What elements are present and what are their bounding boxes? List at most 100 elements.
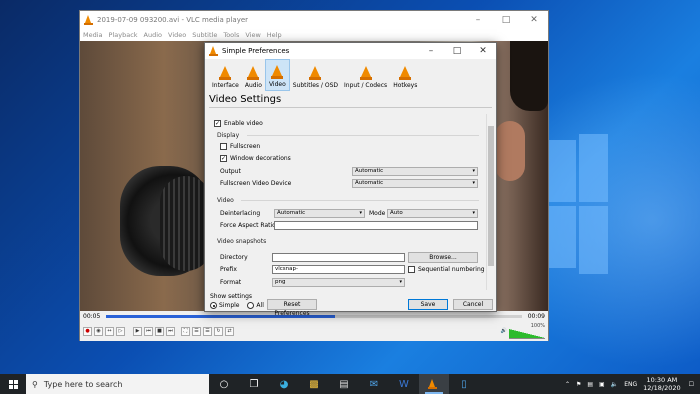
frame-step-icon[interactable]: ▷	[116, 326, 125, 336]
reset-preferences-button[interactable]: Reset Preferences	[267, 299, 317, 317]
volume-icon[interactable]: 🔈	[611, 381, 618, 388]
show-settings-label: Show settings	[210, 293, 253, 300]
notifications-icon[interactable]: ☐	[689, 381, 694, 388]
mode-select[interactable]: Auto	[387, 209, 478, 218]
close-icon[interactable]: ✕	[520, 15, 548, 25]
window-decorations-label: Window decorations	[230, 155, 291, 162]
clock-date: 12/18/2020	[643, 384, 681, 392]
snapshots-group-title: Video snapshots	[217, 238, 267, 245]
edge-icon[interactable]: ◕	[269, 374, 299, 394]
settings-panel: ✓ Enable video Display Fullscreen ✓ Wind…	[211, 114, 494, 290]
tab-label: Hotkeys	[393, 82, 418, 89]
deinterlacing-label: Deinterlacing	[220, 210, 261, 217]
cancel-button[interactable]: Cancel	[453, 299, 493, 310]
fullscreen-checkbox[interactable]	[220, 143, 227, 150]
menu-playback[interactable]: Playback	[109, 31, 138, 39]
scrollbar[interactable]	[486, 114, 494, 290]
enable-video-label: Enable video	[224, 120, 263, 127]
maximize-icon[interactable]: □	[444, 46, 470, 56]
person-hair	[510, 41, 548, 111]
tab-input-codecs[interactable]: Input / Codecs	[341, 59, 390, 91]
folder-icon[interactable]: ▤	[587, 381, 593, 388]
menu-video[interactable]: Video	[168, 31, 186, 39]
menu-view[interactable]: View	[245, 31, 260, 39]
directory-label: Directory	[220, 254, 248, 261]
vlc-window-title: 2019-07-09 093200.avi - VLC media player	[97, 16, 249, 24]
playlist-icon[interactable]: ☰	[203, 326, 212, 336]
tab-label: Audio	[244, 82, 262, 89]
time-elapsed: 00:05	[83, 313, 101, 320]
menu-subtitle[interactable]: Subtitle	[192, 31, 217, 39]
tab-video[interactable]: Video	[264, 59, 290, 91]
task-view-icon[interactable]: ❐	[239, 374, 269, 394]
search-box[interactable]: ⚲ Type here to search	[26, 374, 209, 394]
previous-icon[interactable]: ⏮	[144, 326, 153, 336]
tab-label: Interface	[212, 82, 239, 89]
all-radio[interactable]	[247, 302, 255, 309]
scrollbar-thumb[interactable]	[488, 126, 494, 266]
network-icon[interactable]: ▣	[599, 381, 605, 388]
clock[interactable]: 10:30 AM 12/18/2020	[643, 376, 680, 392]
language-indicator[interactable]: ENG	[624, 381, 637, 388]
simple-radio[interactable]	[210, 302, 217, 309]
show-settings-group: Show settings Simple All	[210, 293, 264, 309]
shuffle-icon[interactable]: ⇄	[225, 326, 234, 336]
stop-icon[interactable]: ■	[155, 326, 164, 336]
record-icon[interactable]: ●	[83, 326, 92, 336]
phone-icon[interactable]: ▯	[449, 374, 479, 394]
seek-bar[interactable]	[106, 315, 522, 318]
maximize-icon[interactable]: □	[492, 15, 520, 25]
menu-tools[interactable]: Tools	[223, 31, 239, 39]
output-select[interactable]: Automatic	[352, 167, 478, 176]
deinterlacing-select[interactable]: Automatic	[274, 209, 365, 218]
vlc-titlebar[interactable]: 2019-07-09 093200.avi - VLC media player…	[80, 11, 548, 29]
system-tray: ⌃ ⚑ ▤ ▣ 🔈 ENG 10:30 AM 12/18/2020 ☐	[565, 376, 700, 392]
menu-audio[interactable]: Audio	[144, 31, 162, 39]
minimize-icon[interactable]: –	[464, 15, 492, 25]
window-decorations-checkbox[interactable]: ✓	[220, 155, 227, 162]
vlc-controls: 00:05 00:09 ● ◉ ↔ ▷ ▶ ⏮ ■ ⏭ ⛶ ☰ ☰ ↻ ⇄ 🔊 …	[80, 311, 548, 341]
minimize-icon[interactable]: –	[418, 46, 444, 56]
fullscreen-device-select[interactable]: Automatic	[352, 179, 478, 188]
windows-icon	[8, 379, 18, 389]
extended-settings-icon[interactable]: ☰	[192, 326, 201, 336]
mail-icon[interactable]: ✉	[359, 374, 389, 394]
start-button[interactable]	[0, 374, 26, 394]
snapshot-icon[interactable]: ◉	[94, 326, 103, 336]
fullscreen-label: Fullscreen	[230, 143, 261, 150]
chevron-up-icon[interactable]: ⌃	[565, 381, 570, 388]
word-icon[interactable]: W	[389, 374, 419, 394]
tab-subtitles-osd[interactable]: Subtitles / OSD	[290, 59, 341, 91]
menu-help[interactable]: Help	[267, 31, 282, 39]
display-group-title: Display	[217, 132, 240, 139]
cortana-icon[interactable]: ○	[209, 374, 239, 394]
tab-audio[interactable]: Audio	[242, 59, 265, 91]
enable-video-checkbox[interactable]: ✓	[214, 120, 221, 127]
fullscreen-icon[interactable]: ⛶	[181, 326, 190, 336]
prefix-input[interactable]: vlcsnap-	[272, 265, 405, 274]
file-explorer-icon[interactable]: ▩	[299, 374, 329, 394]
volume-slider[interactable]	[509, 329, 545, 339]
vlc-taskbar-icon[interactable]	[419, 374, 449, 394]
search-placeholder: Type here to search	[43, 379, 123, 389]
browse-button[interactable]: Browse...	[408, 252, 478, 263]
tab-hotkeys[interactable]: Hotkeys	[390, 59, 420, 91]
sequential-numbering-checkbox[interactable]	[408, 266, 415, 273]
play-icon[interactable]: ▶	[133, 326, 142, 336]
close-icon[interactable]: ✕	[470, 46, 496, 56]
format-select[interactable]: png	[272, 278, 405, 287]
loop-icon[interactable]: ↻	[214, 326, 223, 336]
preferences-dialog: Simple Preferences – □ ✕ Interface Audio…	[204, 42, 497, 317]
save-button[interactable]: Save	[408, 299, 448, 310]
preferences-title: Simple Preferences	[222, 47, 290, 55]
security-icon[interactable]: ⚑	[576, 381, 581, 388]
directory-input[interactable]	[272, 253, 405, 262]
store-icon[interactable]: ▤	[329, 374, 359, 394]
tab-interface[interactable]: Interface	[209, 59, 242, 91]
next-icon[interactable]: ⏭	[166, 326, 175, 336]
aspect-ratio-input[interactable]	[274, 221, 478, 230]
menu-media[interactable]: Media	[83, 31, 103, 39]
preferences-titlebar[interactable]: Simple Preferences – □ ✕	[205, 43, 496, 59]
prefix-label: Prefix	[220, 266, 237, 273]
loop-ab-icon[interactable]: ↔	[105, 326, 114, 336]
